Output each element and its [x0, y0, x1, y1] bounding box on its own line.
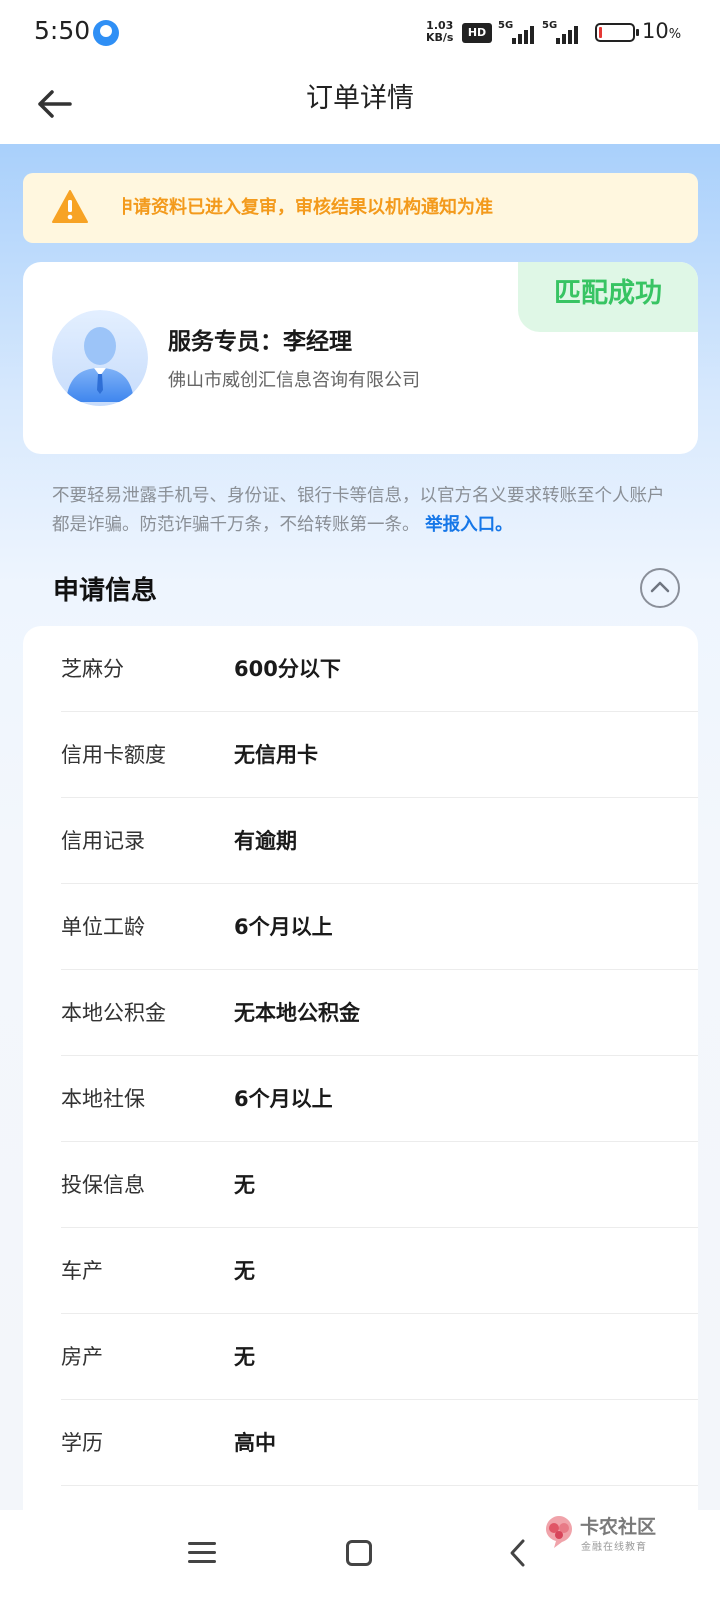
info-label: 信用记录 [61, 829, 145, 853]
info-row-social-security: 本地社保 6个月以上 [61, 1056, 698, 1142]
back-icon[interactable] [505, 1538, 531, 1568]
application-info-card: 芝麻分 600分以下 信用卡额度 无信用卡 信用记录 有逾期 单位工龄 6个月以… [23, 626, 698, 1526]
hd-voice-icon: HD [462, 23, 492, 43]
status-bar: 5:50 1.03 KB/s HD 5G 5G 10% [0, 0, 720, 66]
watermark-title: 卡农社区 [580, 1516, 657, 1538]
collapse-button[interactable] [640, 568, 680, 608]
back-button[interactable] [30, 80, 78, 128]
info-value: 有逾期 [234, 829, 297, 853]
info-row-insurance: 投保信息 无 [61, 1142, 698, 1228]
avatar [52, 310, 148, 406]
battery-value: 10 [642, 19, 669, 43]
info-label: 信用卡额度 [61, 743, 166, 767]
battery-percent: 10% [642, 19, 681, 43]
arrow-left-icon [38, 90, 72, 118]
battery-icon [595, 23, 639, 42]
info-row-sesame-score: 芝麻分 600分以下 [61, 626, 698, 712]
warning-icon [52, 190, 88, 223]
user-avatar-icon [52, 310, 148, 406]
chevron-up-icon [650, 581, 670, 593]
knong-logo-icon [546, 1516, 572, 1548]
info-label: 本地社保 [61, 1087, 145, 1111]
info-value: 600分以下 [234, 657, 341, 681]
battery-fill [599, 27, 602, 38]
notice-banner: 款申请资料已进入复审，审核结果以机构通知为准 [23, 173, 698, 243]
info-label: 芝麻分 [61, 657, 124, 681]
info-label: 本地公积金 [61, 1001, 166, 1025]
signal-icon-sim1: 5G [498, 20, 540, 44]
notice-text: 款申请资料已进入复审，审核结果以机构通知为准 [123, 197, 493, 218]
info-label: 房产 [61, 1345, 103, 1369]
agent-name: 服务专员：李经理 [168, 329, 352, 355]
info-value: 高中 [234, 1431, 276, 1455]
info-value: 6个月以上 [234, 915, 333, 939]
agent-company: 佛山市威创汇信息咨询有限公司 [168, 370, 420, 391]
info-value: 无本地公积金 [234, 1001, 360, 1025]
fraud-warning-text: 不要轻易泄露手机号、身份证、银行卡等信息，以官方名义要求转账至个人账户都是诈骗。… [52, 486, 665, 535]
app-notification-icon [93, 20, 119, 46]
info-row-property: 房产 无 [61, 1314, 698, 1400]
signal-icon-sim2: 5G [542, 20, 584, 44]
watermark-subtitle: 金融在线教育 [581, 1542, 647, 1553]
signal-label-sim2: 5G [542, 20, 558, 31]
section-title: 申请信息 [53, 576, 158, 606]
network-speed: 1.03 KB/s [426, 20, 453, 44]
info-label: 单位工龄 [61, 915, 145, 939]
battery-unit: % [668, 27, 682, 42]
info-row-work-tenure: 单位工龄 6个月以上 [61, 884, 698, 970]
report-link[interactable]: 举报入口。 [425, 515, 513, 535]
fraud-warning: 不要轻易泄露手机号、身份证、银行卡等信息，以官方名义要求转账至个人账户都是诈骗。… [52, 482, 677, 540]
info-label: 学历 [61, 1431, 103, 1455]
info-value: 无 [234, 1345, 255, 1369]
info-value: 无 [234, 1173, 255, 1197]
info-label: 投保信息 [61, 1173, 145, 1197]
info-row-credit-card-limit: 信用卡额度 无信用卡 [61, 712, 698, 798]
info-value: 无 [234, 1259, 255, 1283]
info-row-education: 学历 高中 [61, 1400, 698, 1486]
home-icon[interactable] [346, 1540, 372, 1566]
nav-header: 订单详情 [0, 66, 720, 144]
info-row-housing-fund: 本地公积金 无本地公积金 [61, 970, 698, 1056]
page-title: 订单详情 [306, 83, 414, 114]
info-value: 无信用卡 [234, 743, 318, 767]
info-label: 车产 [61, 1259, 103, 1283]
signal-label-sim1: 5G [498, 20, 514, 31]
match-status-badge: 匹配成功 [518, 262, 698, 332]
network-speed-unit: KB/s [426, 31, 454, 44]
info-row-credit-record: 信用记录 有逾期 [61, 798, 698, 884]
status-time: 5:50 [34, 16, 91, 45]
info-row-vehicle: 车产 无 [61, 1228, 698, 1314]
menu-icon[interactable] [188, 1540, 216, 1566]
agent-card: 匹配成功 服务专员：李经理 佛山市威创汇信息咨询有限公司 [23, 262, 698, 454]
info-value: 6个月以上 [234, 1087, 333, 1111]
watermark: 卡农社区 金融在线教育 [542, 1512, 672, 1558]
